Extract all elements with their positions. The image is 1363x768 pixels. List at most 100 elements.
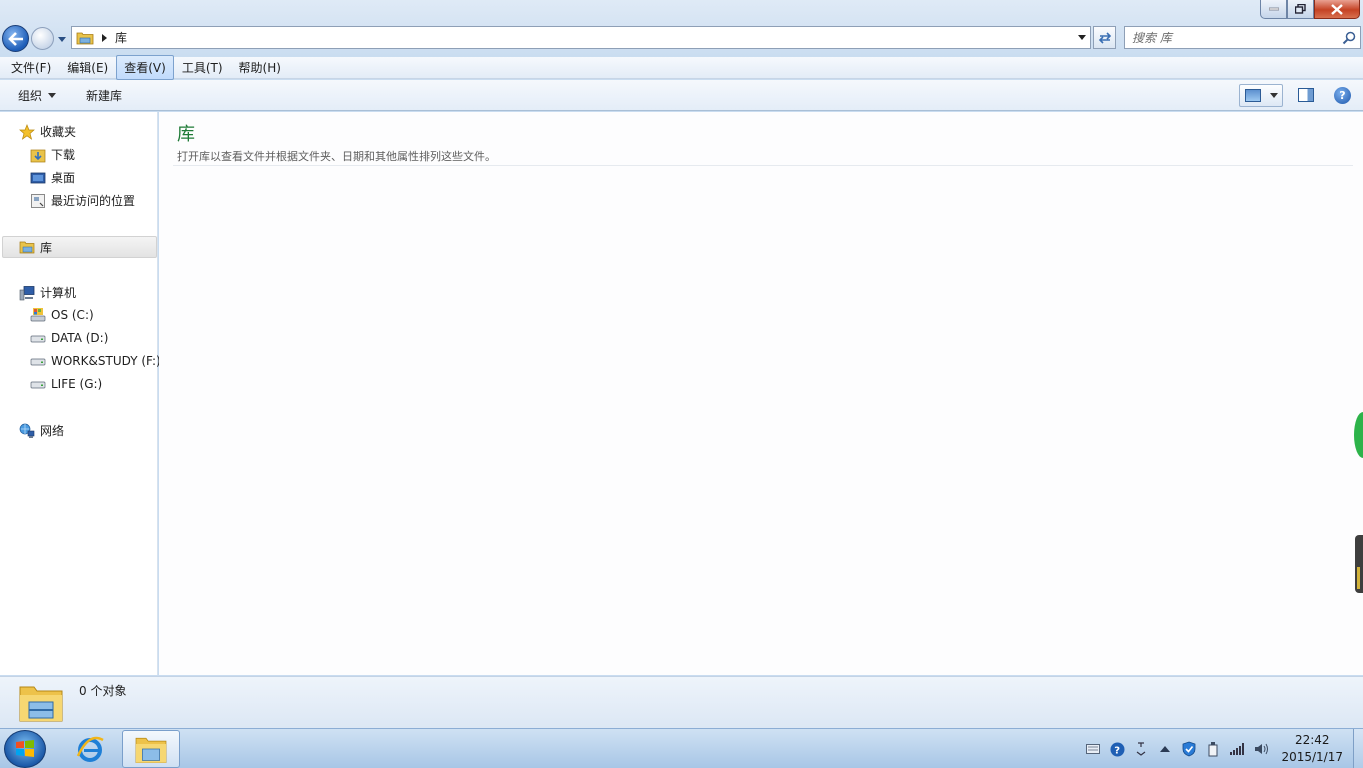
downloads-folder-icon: [30, 147, 46, 163]
hard-drive-icon: [30, 376, 46, 392]
library-description: 打开库以查看文件并根据文件夹、日期和其他属性排列这些文件。: [177, 150, 496, 163]
chevron-down-icon: [58, 36, 66, 42]
system-tray: ? 22:42 2015/1/17: [1081, 729, 1363, 768]
menu-tools[interactable]: 工具(T): [174, 55, 231, 80]
navigation-row: 库: [0, 24, 1363, 52]
nav-computer-label: 计算机: [40, 286, 77, 300]
new-library-button[interactable]: 新建库: [86, 87, 122, 104]
library-folder-icon: [76, 32, 94, 44]
command-bar: 组织 新建库 ?: [0, 80, 1363, 111]
power-icon[interactable]: [1205, 741, 1221, 757]
keyboard-icon[interactable]: [1085, 741, 1101, 757]
floating-widget[interactable]: [1354, 412, 1363, 458]
forward-button[interactable]: [31, 27, 54, 50]
back-arrow-icon: [7, 31, 23, 46]
desktop-icon: [30, 170, 46, 186]
view-thumbnail-icon: [1245, 89, 1261, 102]
new-library-label: 新建库: [86, 88, 123, 103]
nav-libraries[interactable]: 库: [2, 236, 157, 258]
nav-recent[interactable]: 最近访问的位置: [30, 192, 135, 209]
navigation-pane: 收藏夹 下载 桌面 最近访问的位置 库 计算机 OS (C:) DATA (D:…: [0, 112, 161, 675]
input-method-icon[interactable]: [1133, 741, 1149, 757]
nav-favorites[interactable]: 收藏夹: [19, 123, 76, 140]
taskbar: ? 22:42 2015/1/17: [0, 728, 1363, 768]
nav-drive-d[interactable]: DATA (D:): [30, 330, 108, 346]
chevron-down-icon: [48, 92, 57, 98]
close-button[interactable]: [1314, 0, 1360, 19]
recent-places-icon: [30, 193, 46, 209]
search-icon[interactable]: [1342, 31, 1356, 45]
internet-explorer-icon: [76, 736, 104, 762]
shield-icon[interactable]: [1181, 741, 1197, 757]
library-folder-icon: [19, 686, 63, 722]
menu-help[interactable]: 帮助(H): [231, 55, 289, 80]
start-button[interactable]: [4, 730, 46, 768]
hard-drive-icon: [30, 330, 46, 346]
help-icon[interactable]: ?: [1334, 87, 1351, 104]
menu-file[interactable]: 文件(F): [3, 55, 59, 80]
chevron-up-icon[interactable]: [1157, 741, 1173, 757]
search-input[interactable]: [1132, 30, 1332, 45]
chevron-down-icon[interactable]: [1270, 93, 1278, 98]
search-box[interactable]: [1124, 26, 1361, 49]
hard-drive-icon: [30, 353, 46, 369]
close-icon: [1331, 3, 1343, 15]
nav-favorites-label: 收藏夹: [40, 125, 77, 139]
nav-network[interactable]: 网络: [19, 422, 64, 439]
refresh-button[interactable]: [1093, 26, 1116, 49]
breadcrumb-separator-icon[interactable]: [102, 33, 107, 42]
library-folder-icon: [19, 239, 35, 255]
volume-icon[interactable]: [1253, 741, 1269, 757]
library-title: 库: [177, 124, 195, 145]
nav-downloads[interactable]: 下载: [30, 146, 75, 163]
caption-buttons: [1260, 0, 1360, 19]
taskbar-explorer[interactable]: [122, 730, 180, 768]
header-divider: [173, 165, 1353, 166]
preview-pane-icon[interactable]: [1298, 88, 1314, 102]
taskbar-ie[interactable]: [61, 730, 119, 768]
windows-logo-icon: [16, 740, 34, 757]
nav-downloads-label: 下载: [51, 148, 76, 162]
item-count: 0 个对象: [79, 684, 127, 698]
library-header: 库 打开库以查看文件并根据文件夹、日期和其他属性排列这些文件。: [177, 120, 496, 164]
clock-date: 2015/1/17: [1281, 750, 1343, 764]
show-desktop-button[interactable]: [1353, 729, 1363, 768]
side-widget-handle[interactable]: [1355, 535, 1363, 593]
breadcrumb-library[interactable]: 库: [115, 29, 127, 46]
restore-icon: [1295, 4, 1306, 14]
change-view-button[interactable]: [1239, 84, 1283, 107]
menu-bar: 文件(F) 编辑(E) 查看(V) 工具(T) 帮助(H): [0, 55, 1363, 80]
nav-desktop-label: 桌面: [51, 171, 76, 185]
minimize-icon: [1268, 7, 1279, 11]
nav-network-label: 网络: [40, 424, 65, 438]
address-bar[interactable]: 库: [71, 26, 1091, 49]
nav-recent-label: 最近访问的位置: [51, 194, 136, 208]
star-icon: [19, 123, 35, 140]
refresh-icon: [1098, 31, 1111, 44]
clock[interactable]: 22:42 2015/1/17: [1281, 732, 1343, 766]
menu-edit[interactable]: 编辑(E): [59, 55, 116, 80]
system-drive-icon: [30, 307, 46, 323]
recent-pages-button[interactable]: [56, 32, 68, 46]
organize-label: 组织: [18, 88, 43, 103]
address-dropdown-icon[interactable]: [1078, 35, 1086, 40]
nav-computer[interactable]: 计算机: [19, 284, 76, 301]
restore-button[interactable]: [1287, 0, 1314, 19]
nav-libraries-label: 库: [40, 240, 53, 255]
details-pane: 0 个对象: [0, 676, 1363, 728]
back-button[interactable]: [2, 25, 29, 52]
nav-desktop[interactable]: 桌面: [30, 169, 75, 186]
svg-text:?: ?: [1114, 745, 1120, 756]
help-icon[interactable]: ?: [1109, 741, 1125, 757]
nav-drive-c[interactable]: OS (C:): [30, 307, 94, 323]
explorer-window: 库 文件(F) 编辑(E) 查看(V) 工具(T) 帮助(H) 组织 新建库: [0, 0, 1363, 728]
network-signal-icon[interactable]: [1229, 741, 1245, 757]
nav-drive-g-label: LIFE (G:): [51, 377, 103, 391]
library-folder-icon: [135, 737, 167, 763]
nav-drive-f[interactable]: WORK&STUDY (F:): [30, 353, 161, 369]
menu-view[interactable]: 查看(V): [116, 55, 174, 80]
organize-button[interactable]: 组织: [18, 87, 57, 104]
minimize-button[interactable]: [1260, 0, 1287, 19]
nav-drive-d-label: DATA (D:): [51, 331, 109, 345]
nav-drive-g[interactable]: LIFE (G:): [30, 376, 102, 392]
